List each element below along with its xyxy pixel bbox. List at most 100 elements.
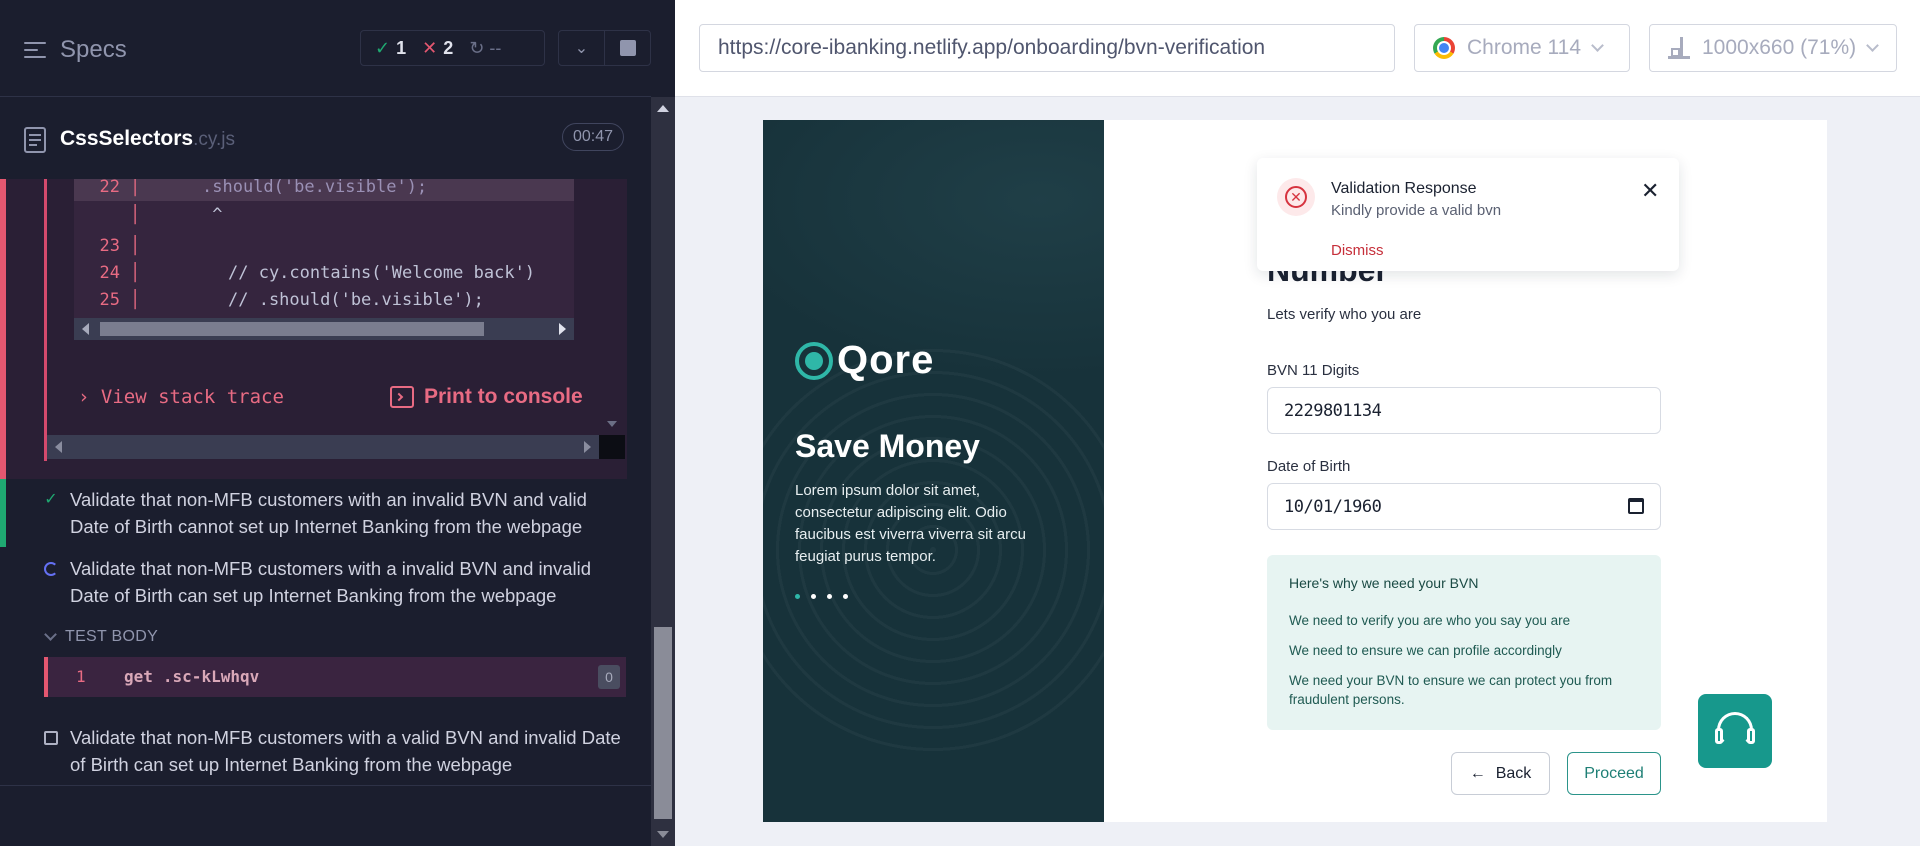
error-vertical-scrollbar[interactable] <box>599 179 625 435</box>
scroll-left-icon[interactable] <box>82 323 89 335</box>
error-horizontal-scrollbar[interactable] <box>47 435 599 459</box>
url-bar[interactable]: https://core-ibanking.netlify.app/onboar… <box>699 24 1395 72</box>
code-horizontal-scrollbar[interactable] <box>74 318 574 340</box>
error-circle-icon: ✕ <box>1277 178 1315 216</box>
scroll-right-icon[interactable] <box>584 441 591 453</box>
page-subtitle: Lets verify who you are <box>1267 306 1422 323</box>
info-item: We need to verify you are who you say yo… <box>1289 613 1571 628</box>
passed-stripe <box>0 479 6 547</box>
scrollbar-corner <box>599 435 625 459</box>
print-to-console-button[interactable]: Print to console <box>390 385 583 409</box>
scrollbar-thumb[interactable] <box>100 322 484 336</box>
qore-logo-icon <box>795 341 833 380</box>
scroll-down-icon[interactable] <box>607 421 617 427</box>
scroll-left-icon[interactable] <box>55 441 62 453</box>
browser-selector[interactable]: Chrome 114 <box>1414 24 1630 72</box>
pending-count: ↻ -- <box>469 37 502 58</box>
viewport-icon <box>1668 37 1690 59</box>
file-icon <box>24 127 46 153</box>
carousel-dot[interactable] <box>827 594 832 599</box>
hero-title: Save Money <box>795 428 980 464</box>
carousel-dot[interactable] <box>811 594 816 599</box>
test-item-running[interactable]: Validate that non-MFB customers with a i… <box>44 555 624 609</box>
test-title: Validate that non-MFB customers with an … <box>70 489 587 537</box>
toast-dismiss-button[interactable]: Dismiss <box>1331 242 1384 259</box>
spec-file-name: CssSelectors.cy.js <box>60 127 235 150</box>
support-button[interactable] <box>1698 694 1772 768</box>
toast-title: Validation Response <box>1331 180 1477 197</box>
code-line: 22 │ .should('be.visible'); <box>74 179 574 201</box>
specs-toggle[interactable]: Specs <box>24 36 127 64</box>
check-icon: ✓ <box>44 491 58 508</box>
toast-message: Kindly provide a valid bvn <box>1331 202 1502 219</box>
code-line: 24 │// cy.contains('Welcome back') <box>99 263 536 283</box>
test-stats: ✓ 1 ✕ 2 ↻ -- <box>360 30 545 66</box>
chevron-down-button[interactable]: ⌄ <box>559 31 604 65</box>
elapsed-time: 00:47 <box>562 123 624 151</box>
info-item: We need to ensure we can profile accordi… <box>1289 643 1562 658</box>
command-number: 1 <box>76 667 86 686</box>
specs-list-icon <box>24 40 48 60</box>
chrome-icon <box>1433 37 1455 59</box>
proceed-button[interactable]: Proceed <box>1567 752 1661 795</box>
test-item-pending[interactable]: Validate that non-MFB customers with a v… <box>44 724 624 778</box>
passed-count: ✓ 1 <box>375 37 407 58</box>
runner-header: Specs ✓ 1 ✕ 2 ↻ -- ⌄ <box>0 0 651 97</box>
scroll-up-icon[interactable] <box>657 105 669 112</box>
validation-toast: ✕ Validation Response Kindly provide a v… <box>1257 158 1679 271</box>
back-button[interactable]: ← Back <box>1451 752 1550 795</box>
command-text: get .sc-kLwhqv <box>124 667 260 686</box>
carousel-dot[interactable] <box>843 594 848 599</box>
chevron-down-icon <box>44 628 57 641</box>
code-frame: 22 │ .should('be.visible'); │ ^ 23 │ 24 │// … <box>74 179 574 339</box>
dob-input[interactable]: 10/01/1960 <box>1267 483 1661 530</box>
scroll-right-icon[interactable] <box>559 323 566 335</box>
bvn-label: BVN 11 Digits <box>1267 362 1360 379</box>
terminal-icon <box>390 386 414 408</box>
code-line: │ ^ <box>130 205 223 225</box>
error-stripe <box>0 179 6 479</box>
carousel-dots[interactable] <box>795 594 848 599</box>
pending-icon <box>44 731 58 745</box>
carousel-dot[interactable] <box>795 594 800 599</box>
hero-text: Lorem ipsum dolor sit amet, consectetur … <box>795 482 1026 565</box>
calendar-icon[interactable] <box>1628 498 1644 514</box>
command-row[interactable]: 1 get .sc-kLwhqv 0 <box>44 657 626 697</box>
spinner-icon <box>44 562 58 576</box>
hero-panel: Qore Save Money Lorem ipsum dolor sit am… <box>763 120 1104 822</box>
close-icon[interactable]: ✕ <box>1641 180 1659 202</box>
test-body-toggle[interactable]: TEST BODY <box>44 628 158 646</box>
browser-panel: https://core-ibanking.netlify.app/onboar… <box>675 0 1920 846</box>
viewport-selector[interactable]: 1000x660 (71%) <box>1649 24 1897 72</box>
error-inner-stripe <box>44 179 47 461</box>
qore-logo: Qore <box>795 338 934 383</box>
scrollbar-thumb[interactable] <box>654 627 672 819</box>
stop-button[interactable] <box>604 31 650 65</box>
test-title: Validate that non-MFB customers with a i… <box>70 558 591 606</box>
command-count-badge: 0 <box>598 665 620 689</box>
chevron-down-icon <box>1866 39 1879 52</box>
runner-controls: ⌄ <box>558 30 651 66</box>
info-item: We need your BVN to ensure we can protec… <box>1289 673 1613 707</box>
browser-toolbar: https://core-ibanking.netlify.app/onboar… <box>675 0 1920 97</box>
arrow-left-icon: ← <box>1469 764 1486 782</box>
test-runner-panel: Specs ✓ 1 ✕ 2 ↻ -- ⌄ CssSelectors.cy.js 00… <box>0 0 675 846</box>
stop-icon <box>619 40 636 56</box>
spinner-icon: ↻ <box>469 37 485 58</box>
info-title: Here's why we need your BVN <box>1289 575 1479 591</box>
app-under-test: Qore Save Money Lorem ipsum dolor sit am… <box>763 120 1827 822</box>
check-icon: ✓ <box>375 37 391 58</box>
scroll-down-icon[interactable] <box>657 831 669 838</box>
runner-footer-divider <box>0 785 651 786</box>
test-title: Validate that non-MFB customers with a v… <box>70 727 621 775</box>
cross-icon: ✕ <box>422 37 438 58</box>
dob-label: Date of Birth <box>1267 458 1351 475</box>
bvn-info-box: Here's why we need your BVN We need to v… <box>1267 555 1661 730</box>
view-stack-trace-link[interactable]: › View stack trace <box>78 386 284 408</box>
bvn-input[interactable]: 2229801134 <box>1267 387 1661 434</box>
runner-vertical-scrollbar[interactable] <box>651 97 675 846</box>
test-item-passed[interactable]: ✓ Validate that non-MFB customers with a… <box>44 486 624 540</box>
chevron-down-icon <box>1591 39 1604 52</box>
code-line: 23 │ <box>99 236 141 256</box>
spec-file-header: CssSelectors.cy.js <box>0 97 651 179</box>
